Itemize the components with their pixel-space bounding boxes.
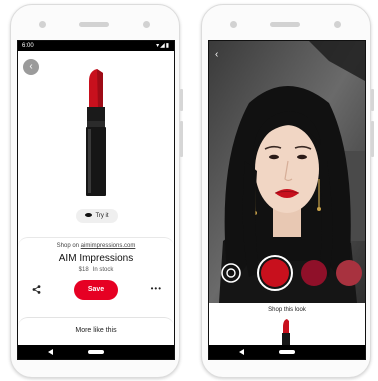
try-it-button[interactable]: Try it bbox=[76, 209, 118, 223]
swatch-2[interactable] bbox=[301, 260, 327, 286]
earpiece-speaker bbox=[79, 22, 109, 27]
product-info-panel: Shop on aimimpressions.com AIM Impressio… bbox=[18, 237, 174, 320]
try-it-label: Try it bbox=[95, 213, 109, 219]
phone-right: ‹ Shop this look bbox=[201, 4, 374, 378]
selected-swatch[interactable] bbox=[257, 255, 293, 291]
nav-back-icon[interactable] bbox=[48, 349, 53, 355]
chevron-left-icon: ‹ bbox=[215, 49, 219, 60]
camera-sensor bbox=[230, 21, 237, 28]
power-button bbox=[371, 89, 374, 111]
shop-source: Shop on aimimpressions.com bbox=[18, 243, 174, 249]
pin-detail-screen: 6:00 ▾◢▮ ‹ Try it Shop on aimimpressions… bbox=[17, 40, 175, 360]
product-price: $18 bbox=[78, 267, 89, 273]
stock-status: In stock bbox=[92, 267, 114, 273]
pin-image-card: ‹ Try it bbox=[18, 51, 174, 239]
volume-button bbox=[371, 121, 374, 157]
proximity-sensor bbox=[334, 21, 341, 28]
product-title: AIM Impressions bbox=[58, 253, 134, 264]
shop-prefix: Shop on bbox=[56, 243, 79, 249]
nav-back-icon[interactable] bbox=[239, 349, 244, 355]
shop-this-look-label: Shop this look bbox=[268, 307, 306, 313]
nav-bar bbox=[18, 345, 174, 359]
lens-icon[interactable] bbox=[221, 263, 241, 283]
phone-left: 6:00 ▾◢▮ ‹ Try it Shop on aimimpressions… bbox=[10, 4, 183, 378]
status-time: 6:00 bbox=[22, 43, 34, 49]
swatch-strip bbox=[221, 255, 362, 291]
share-icon[interactable] bbox=[32, 285, 41, 296]
back-button[interactable]: ‹ bbox=[23, 59, 39, 75]
more-options-icon[interactable]: ••• bbox=[151, 284, 162, 293]
eye-icon bbox=[85, 213, 93, 218]
try-on-screen: ‹ Shop this look bbox=[208, 40, 366, 360]
camera-back-button[interactable]: ‹ bbox=[215, 49, 218, 60]
save-button[interactable]: Save bbox=[74, 280, 118, 300]
shop-domain-link[interactable]: aimimpressions.com bbox=[81, 243, 136, 249]
volume-button bbox=[180, 121, 183, 157]
camera-sensor bbox=[39, 21, 46, 28]
nav-bar bbox=[209, 345, 365, 359]
earpiece-speaker bbox=[270, 22, 300, 27]
price-row: $18 In stock bbox=[18, 267, 174, 273]
power-button bbox=[180, 89, 183, 111]
swatch-3[interactable] bbox=[336, 260, 362, 286]
lipstick-thumbnail bbox=[282, 319, 290, 345]
nav-home-icon[interactable] bbox=[279, 350, 295, 354]
status-bar: 6:00 ▾◢▮ bbox=[18, 41, 174, 51]
lipstick-image bbox=[86, 69, 106, 196]
proximity-sensor bbox=[143, 21, 150, 28]
chevron-left-icon: ‹ bbox=[29, 61, 33, 72]
nav-home-icon[interactable] bbox=[88, 350, 104, 354]
status-icons: ▾◢▮ bbox=[156, 43, 170, 49]
more-like-this-section[interactable]: More like this bbox=[18, 317, 174, 346]
